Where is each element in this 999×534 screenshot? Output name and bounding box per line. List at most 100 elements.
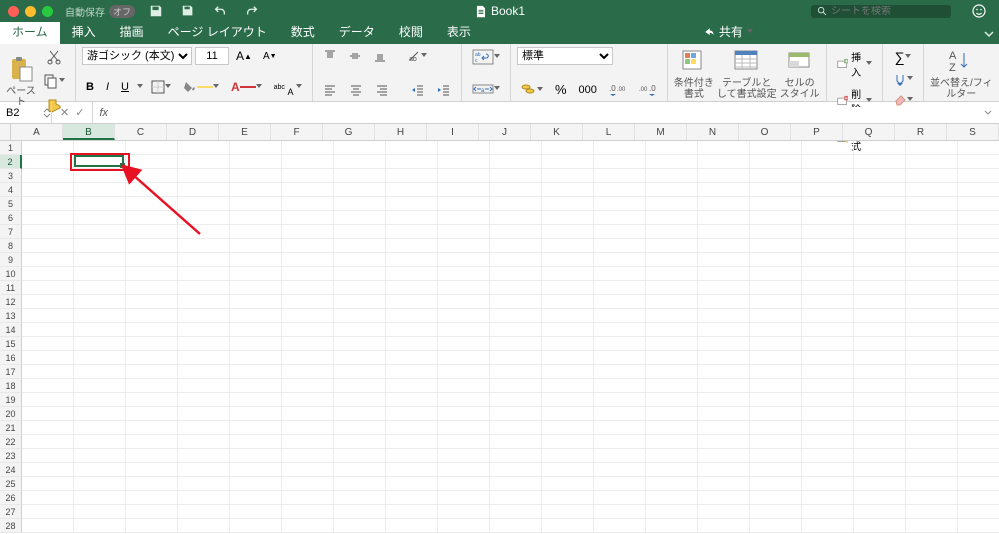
row-header[interactable]: 20 — [0, 407, 22, 421]
underline-button[interactable]: U — [117, 79, 133, 95]
cell[interactable] — [854, 309, 906, 323]
cell[interactable] — [854, 365, 906, 379]
cell[interactable] — [594, 267, 646, 281]
cell[interactable] — [750, 365, 802, 379]
cell[interactable] — [74, 477, 126, 491]
cell[interactable] — [854, 253, 906, 267]
cell[interactable] — [178, 491, 230, 505]
cell[interactable] — [74, 155, 126, 169]
cell[interactable] — [438, 211, 490, 225]
cell[interactable] — [906, 393, 958, 407]
cell[interactable] — [230, 421, 282, 435]
cell[interactable] — [438, 449, 490, 463]
cell[interactable] — [126, 183, 178, 197]
cell[interactable] — [230, 519, 282, 533]
cell[interactable] — [594, 407, 646, 421]
cell[interactable] — [22, 183, 74, 197]
cell[interactable] — [854, 519, 906, 533]
cell[interactable] — [230, 477, 282, 491]
cell[interactable] — [126, 351, 178, 365]
cell[interactable] — [230, 491, 282, 505]
cell[interactable] — [542, 435, 594, 449]
cell[interactable] — [386, 365, 438, 379]
cell[interactable] — [178, 477, 230, 491]
cell[interactable] — [698, 309, 750, 323]
cell[interactable] — [334, 253, 386, 267]
cell[interactable] — [490, 519, 542, 533]
formula-input[interactable] — [114, 107, 983, 119]
cell[interactable] — [490, 183, 542, 197]
cell[interactable] — [646, 477, 698, 491]
cell[interactable] — [22, 141, 74, 155]
cell[interactable] — [906, 281, 958, 295]
italic-button[interactable]: I — [102, 79, 113, 95]
cell[interactable] — [802, 183, 854, 197]
save-button[interactable] — [145, 2, 167, 20]
align-center-button[interactable] — [345, 81, 367, 99]
cell[interactable] — [542, 155, 594, 169]
cell[interactable] — [906, 267, 958, 281]
cell[interactable] — [438, 183, 490, 197]
cell[interactable] — [178, 393, 230, 407]
cell[interactable] — [126, 155, 178, 169]
cell[interactable] — [646, 365, 698, 379]
cell[interactable] — [490, 421, 542, 435]
comma-format-button[interactable]: 000 — [575, 82, 601, 98]
cell[interactable] — [594, 239, 646, 253]
cell[interactable] — [854, 393, 906, 407]
cell[interactable] — [958, 141, 999, 155]
cell[interactable] — [334, 281, 386, 295]
cell[interactable] — [594, 281, 646, 295]
cell[interactable] — [438, 505, 490, 519]
cell[interactable] — [490, 393, 542, 407]
cell[interactable] — [542, 351, 594, 365]
autosum-button[interactable]: ∑ — [889, 47, 917, 67]
cell[interactable] — [906, 337, 958, 351]
cell[interactable] — [178, 379, 230, 393]
cell[interactable] — [646, 309, 698, 323]
cell[interactable] — [542, 253, 594, 267]
cell[interactable] — [334, 491, 386, 505]
cell[interactable] — [282, 253, 334, 267]
cell[interactable] — [74, 183, 126, 197]
cell[interactable] — [646, 155, 698, 169]
cell[interactable] — [334, 463, 386, 477]
column-header[interactable]: M — [635, 124, 687, 140]
cell[interactable] — [334, 505, 386, 519]
cell[interactable] — [958, 169, 999, 183]
cell[interactable] — [698, 379, 750, 393]
column-header[interactable]: N — [687, 124, 739, 140]
cell-styles-button[interactable] — [785, 47, 815, 75]
cell[interactable] — [750, 141, 802, 155]
cell[interactable] — [282, 463, 334, 477]
cell[interactable] — [802, 337, 854, 351]
cell[interactable] — [126, 337, 178, 351]
cell[interactable] — [594, 379, 646, 393]
column-header[interactable]: B — [63, 124, 115, 140]
tab-校閲[interactable]: 校閲 — [387, 20, 435, 44]
row-header[interactable]: 26 — [0, 491, 22, 505]
cell[interactable] — [698, 183, 750, 197]
cell[interactable] — [906, 295, 958, 309]
cell[interactable] — [698, 141, 750, 155]
cell[interactable] — [542, 519, 594, 533]
cell[interactable] — [490, 337, 542, 351]
cell[interactable] — [438, 407, 490, 421]
cell[interactable] — [178, 421, 230, 435]
select-all-corner[interactable] — [0, 124, 11, 140]
cell[interactable] — [126, 491, 178, 505]
row-header[interactable]: 2 — [0, 155, 22, 169]
cell[interactable] — [438, 197, 490, 211]
cell[interactable] — [178, 365, 230, 379]
cell[interactable] — [802, 267, 854, 281]
cell[interactable] — [386, 491, 438, 505]
cell[interactable] — [438, 393, 490, 407]
cell[interactable] — [282, 141, 334, 155]
cell[interactable] — [646, 379, 698, 393]
cell[interactable] — [594, 519, 646, 533]
cell[interactable] — [542, 505, 594, 519]
zoom-window-button[interactable] — [42, 6, 53, 17]
cell[interactable] — [802, 351, 854, 365]
cell[interactable] — [802, 393, 854, 407]
cell[interactable] — [646, 393, 698, 407]
